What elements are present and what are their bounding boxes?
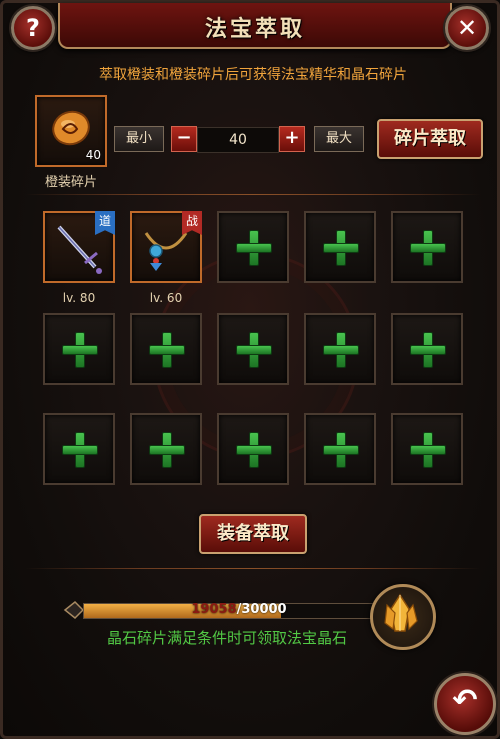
title-bar: 法宝萃取	[58, 3, 452, 49]
progress-max: 30000	[241, 602, 287, 617]
help-icon: ?	[26, 14, 40, 42]
empty-equipment-slot[interactable]	[130, 313, 202, 385]
fragment-label: 橙装碎片	[44, 175, 97, 190]
help-button[interactable]: ?	[11, 6, 55, 50]
add-icon	[236, 332, 272, 368]
empty-equipment-slot[interactable]	[130, 413, 202, 485]
add-icon	[236, 432, 272, 468]
progress-track: 19058/30000	[83, 602, 395, 619]
close-icon: ✕	[456, 14, 478, 42]
empty-equipment-slot[interactable]	[304, 313, 376, 385]
divider	[25, 568, 481, 569]
equipment-slot-necklace[interactable]: 战	[130, 211, 202, 283]
progress-current: 19058	[191, 602, 237, 617]
add-icon	[323, 432, 359, 468]
equipment-level: lv. 80	[62, 291, 96, 305]
empty-equipment-slot[interactable]	[43, 313, 115, 385]
extraction-panel: 法宝萃取 ? ✕ 萃取橙装和橙装碎片后可获得法宝精华和晶石碎片 40 橙装碎片 …	[0, 0, 500, 739]
empty-equipment-slot[interactable]	[304, 413, 376, 485]
quantity-field[interactable]: 40	[197, 127, 279, 153]
equipment-level: lv. 60	[149, 291, 183, 305]
empty-equipment-slot[interactable]	[217, 413, 289, 485]
equipment-slot-sword[interactable]: 道	[43, 211, 115, 283]
back-button[interactable]: ↶	[434, 673, 496, 735]
progress-text: 19058/30000	[84, 602, 394, 617]
page-title: 法宝萃取	[204, 16, 305, 42]
empty-equipment-slot[interactable]	[43, 413, 115, 485]
add-icon	[149, 332, 185, 368]
fragment-slot[interactable]: 40	[35, 95, 107, 167]
add-icon	[410, 230, 446, 266]
increase-button[interactable]: +	[279, 126, 305, 152]
back-arrow-icon: ↶	[452, 683, 478, 718]
max-button[interactable]: 最大	[314, 126, 364, 152]
add-icon	[62, 332, 98, 368]
bar-end-cap-icon	[63, 600, 83, 620]
add-icon	[149, 432, 185, 468]
add-icon	[410, 332, 446, 368]
close-button[interactable]: ✕	[445, 6, 489, 50]
divider	[25, 194, 481, 195]
empty-equipment-slot[interactable]	[391, 313, 463, 385]
fragment-extract-button[interactable]: 碎片萃取	[377, 119, 483, 159]
add-icon	[323, 332, 359, 368]
decrease-button[interactable]: −	[171, 126, 197, 152]
add-icon	[236, 230, 272, 266]
add-icon	[410, 432, 446, 468]
fragment-count: 40	[85, 148, 101, 162]
equipment-extract-button[interactable]: 装备萃取	[199, 514, 307, 554]
min-button[interactable]: 最小	[114, 126, 164, 152]
hint-text: 晶石碎片满足条件时可领取法宝晶石	[106, 629, 347, 647]
empty-equipment-slot[interactable]	[391, 413, 463, 485]
info-text: 萃取橙装和橙装碎片后可获得法宝精华和晶石碎片	[99, 67, 407, 83]
add-icon	[62, 432, 98, 468]
add-icon	[323, 230, 359, 266]
empty-equipment-slot[interactable]	[304, 211, 376, 283]
empty-equipment-slot[interactable]	[217, 211, 289, 283]
empty-equipment-slot[interactable]	[391, 211, 463, 283]
empty-equipment-slot[interactable]	[217, 313, 289, 385]
